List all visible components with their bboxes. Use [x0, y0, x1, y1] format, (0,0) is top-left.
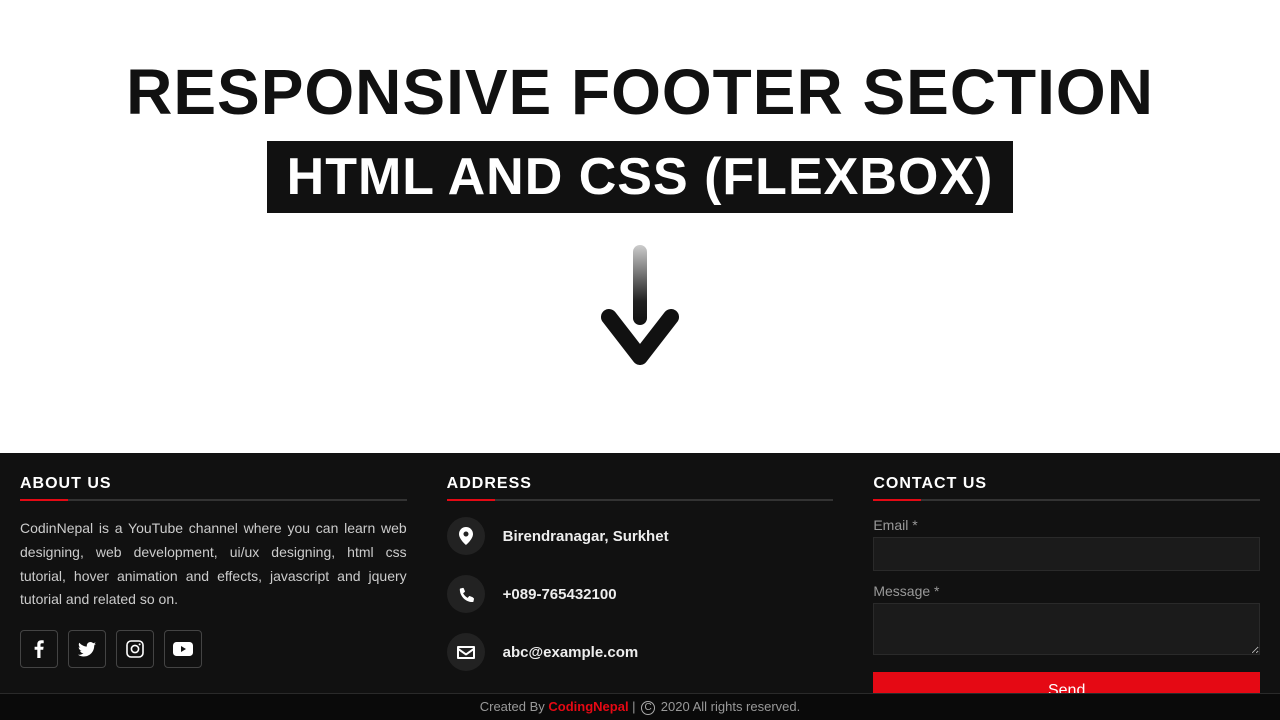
contact-heading: CONTACT US — [873, 475, 1260, 501]
copyright-icon: C — [641, 701, 655, 715]
about-column: ABOUT US CodinNepal is a YouTube channel… — [20, 475, 407, 720]
youtube-icon — [173, 642, 193, 656]
email-field[interactable] — [873, 537, 1260, 571]
youtube-button[interactable] — [164, 630, 202, 668]
address-phone-row: +089-765432100 — [447, 575, 834, 613]
hero-title-secondary: HTML AND CSS (FLEXBOX) — [267, 141, 1014, 213]
brand-link[interactable]: CodingNepal — [548, 699, 628, 714]
address-location-text: Birendranagar, Surkhet — [503, 528, 669, 545]
social-links — [20, 630, 407, 668]
address-email-row: abc@example.com — [447, 633, 834, 671]
address-phone-text: +089-765432100 — [503, 586, 617, 603]
message-field[interactable] — [873, 603, 1260, 655]
instagram-icon — [126, 640, 144, 658]
rights-text: 2020 All rights reserved. — [657, 699, 800, 714]
twitter-icon — [78, 642, 96, 657]
address-heading: ADDRESS — [447, 475, 834, 501]
separator: | — [629, 699, 640, 714]
phone-icon — [447, 575, 485, 613]
facebook-icon — [34, 640, 44, 658]
about-description: CodinNepal is a YouTube channel where yo… — [20, 517, 407, 612]
message-label: Message * — [873, 583, 1260, 599]
created-by-text: Created By — [480, 699, 549, 714]
envelope-icon — [447, 633, 485, 671]
hero-banner: RESPONSIVE FOOTER SECTION HTML AND CSS (… — [0, 0, 1280, 365]
location-pin-icon — [447, 517, 485, 555]
bottom-bar: Created By CodingNepal | C 2020 All righ… — [0, 693, 1280, 720]
email-label: Email * — [873, 517, 1260, 533]
about-heading: ABOUT US — [20, 475, 407, 501]
instagram-button[interactable] — [116, 630, 154, 668]
arrow-down-decoration — [0, 245, 1280, 365]
address-location-row: Birendranagar, Surkhet — [447, 517, 834, 555]
contact-column: CONTACT US Email * Message * Send — [873, 475, 1260, 720]
address-column: ADDRESS Birendranagar, Surkhet +089-7654… — [447, 475, 834, 720]
hero-title-primary: RESPONSIVE FOOTER SECTION — [0, 55, 1280, 129]
footer-section: ABOUT US CodinNepal is a YouTube channel… — [0, 453, 1280, 720]
arrow-down-icon — [595, 245, 685, 365]
facebook-button[interactable] — [20, 630, 58, 668]
twitter-button[interactable] — [68, 630, 106, 668]
address-email-text: abc@example.com — [503, 644, 639, 661]
